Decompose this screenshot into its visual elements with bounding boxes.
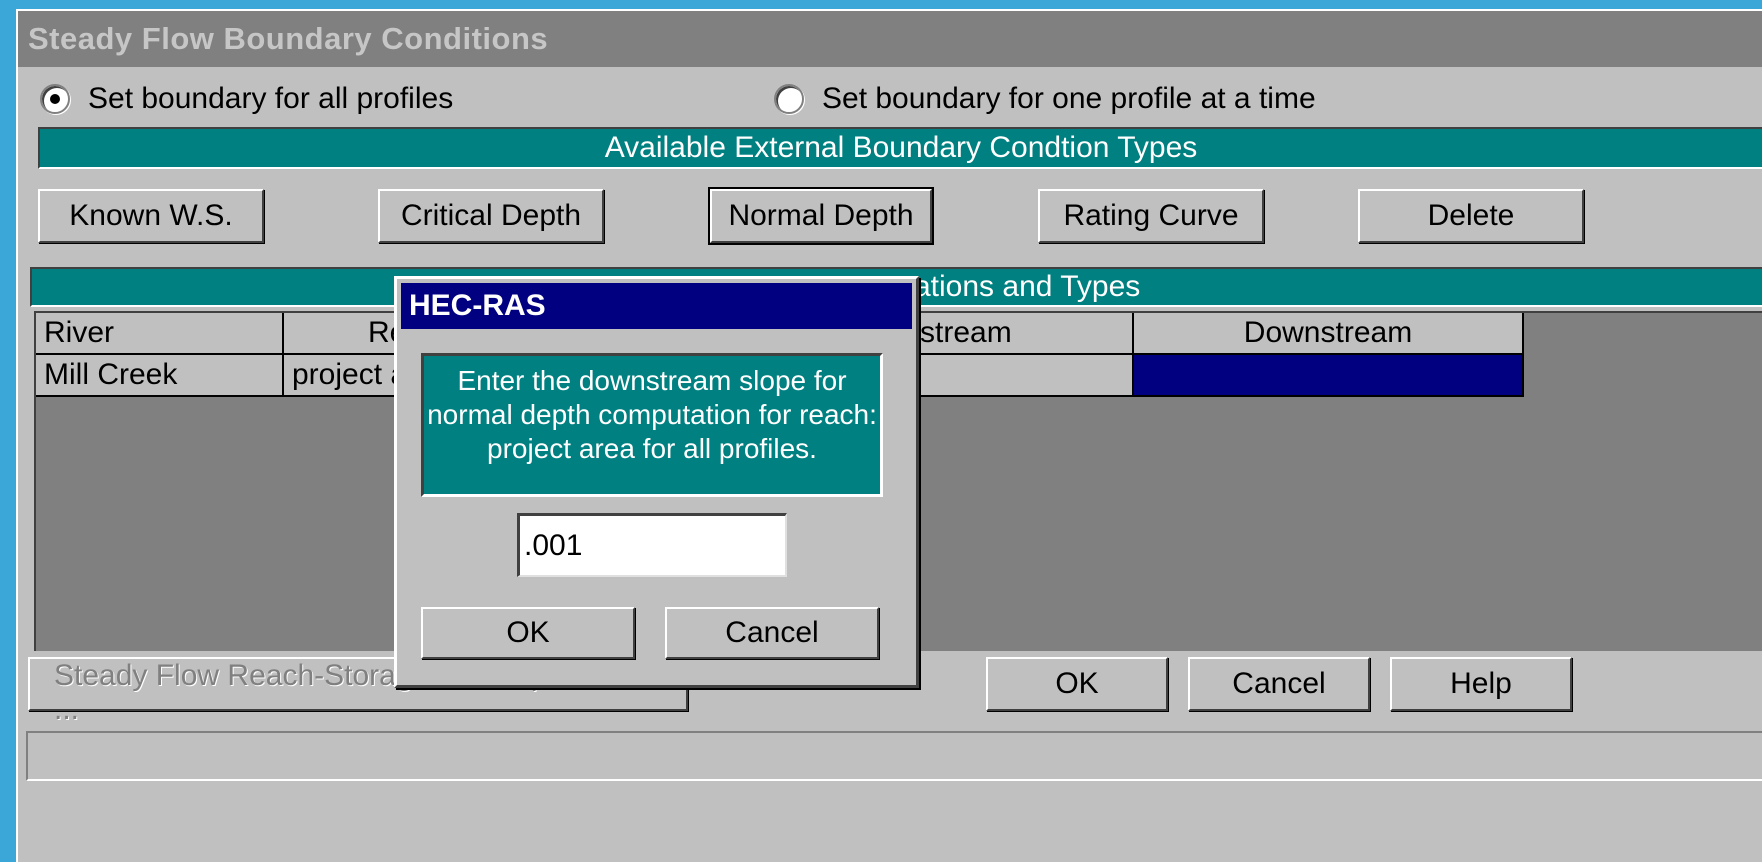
ok-button[interactable]: OK [986, 657, 1168, 711]
window-title: Steady Flow Boundary Conditions [18, 11, 1762, 67]
rating-curve-button[interactable]: Rating Curve [1038, 189, 1264, 243]
cell-river[interactable]: Mill Creek [36, 355, 284, 397]
column-header-upstream: stream [906, 313, 1134, 355]
delete-button[interactable]: Delete [1358, 189, 1584, 243]
radio-one-profile[interactable]: Set boundary for one profile at a time [774, 79, 1316, 119]
hec-ras-dialog: HEC-RAS Enter the downstream slope for n… [394, 276, 919, 688]
dialog-ok-button[interactable]: OK [421, 607, 635, 659]
dialog-cancel-button[interactable]: Cancel [665, 607, 879, 659]
column-header-river: River [36, 313, 284, 355]
critical-depth-button[interactable]: Critical Depth [378, 189, 604, 243]
radio-unchecked-icon [774, 84, 804, 114]
radio-checked-icon [40, 84, 70, 114]
dialog-message: Enter the downstream slope for normal de… [421, 353, 883, 497]
slope-input[interactable] [517, 513, 787, 577]
radio-all-profiles-label: Set boundary for all profiles [88, 82, 454, 115]
cell-upstream[interactable] [906, 355, 1134, 397]
cell-downstream[interactable] [1134, 355, 1524, 397]
boundary-types-header: Available External Boundary Condtion Typ… [38, 127, 1762, 169]
dialog-title: HEC-RAS [401, 283, 912, 329]
help-button[interactable]: Help [1390, 657, 1572, 711]
known-ws-button[interactable]: Known W.S. [38, 189, 264, 243]
column-header-downstream: Downstream [1134, 313, 1524, 355]
radio-all-profiles[interactable]: Set boundary for all profiles [40, 79, 453, 119]
radio-one-profile-label: Set boundary for one profile at a time [822, 82, 1316, 115]
status-bar [26, 731, 1762, 781]
normal-depth-button[interactable]: Normal Depth [708, 187, 934, 245]
cancel-button[interactable]: Cancel [1188, 657, 1370, 711]
